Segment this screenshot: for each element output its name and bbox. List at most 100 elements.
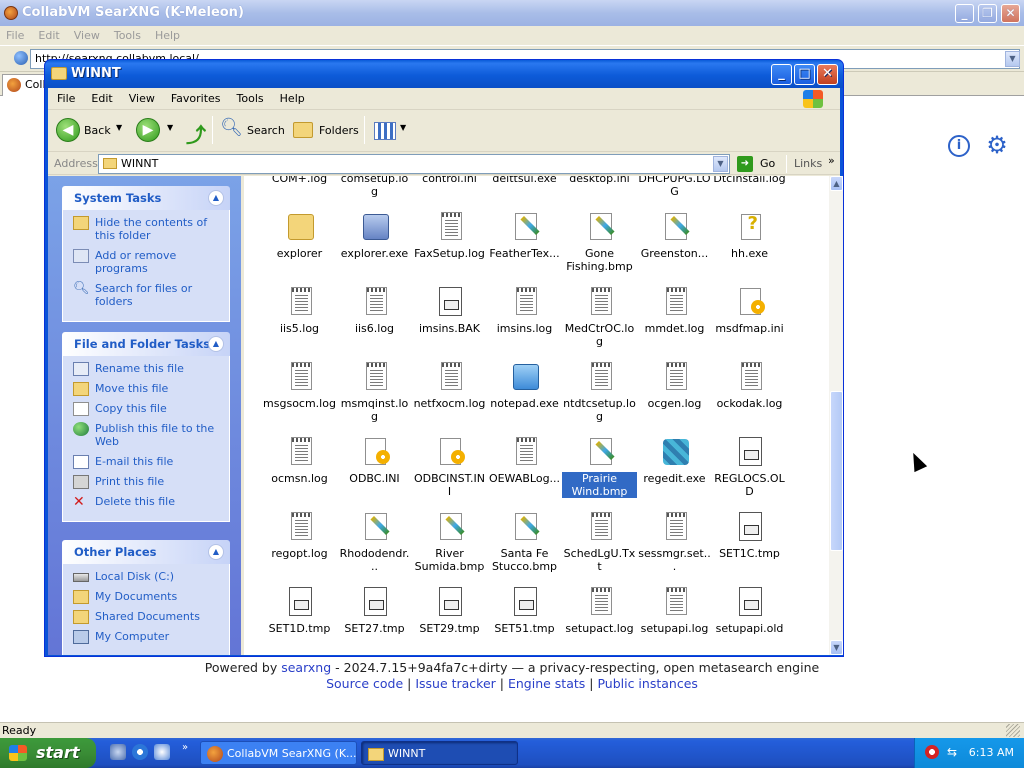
file-item[interactable]: explorer [262, 211, 337, 260]
search-files-task[interactable]: 🔍︎ Search for files or folders [73, 282, 225, 308]
file-item[interactable]: imsins.log [487, 286, 562, 335]
file-item[interactable]: imsins.BAK [412, 286, 487, 335]
menu-file[interactable]: File [57, 92, 75, 105]
file-folder-tasks-header[interactable]: File and Folder Tasks ▲ [62, 332, 230, 356]
file-item[interactable]: Gone Fishing.bmp [562, 211, 637, 273]
file-item[interactable]: comsetup.log [337, 176, 412, 198]
file-item[interactable]: delttsul.exe [487, 176, 562, 185]
move-file-task[interactable]: Move this file [73, 382, 225, 396]
publish-web-task[interactable]: Publish this file to the Web [73, 422, 225, 448]
vertical-scrollbar[interactable]: ▲ ▼ [829, 176, 843, 655]
my-computer-link[interactable]: My Computer [73, 630, 225, 644]
file-item[interactable]: Santa Fe Stucco.bmp [487, 511, 562, 573]
menu-file[interactable]: File [6, 29, 24, 42]
explorer-maximize-button[interactable]: □ [794, 64, 815, 85]
security-shield-icon[interactable] [925, 745, 939, 759]
menu-tools[interactable]: Tools [114, 29, 141, 42]
shared-documents-link[interactable]: Shared Documents [73, 610, 225, 624]
file-item[interactable]: SET29.tmp [412, 586, 487, 635]
browser-title-bar[interactable]: CollabVM SearXNG (K-Meleon) _ ❐ ✕ [0, 0, 1024, 26]
views-icon[interactable] [374, 122, 396, 140]
file-item[interactable]: ocmsn.log [262, 436, 337, 485]
back-arrow-icon[interactable]: ◀ [56, 118, 80, 142]
chevron-up-icon[interactable]: ▲ [208, 336, 224, 352]
scroll-up-button[interactable]: ▲ [830, 176, 843, 191]
close-button[interactable]: ✕ [1001, 4, 1020, 23]
forward-dropdown-icon[interactable]: ▼ [167, 123, 173, 132]
file-item[interactable]: River Sumida.bmp [412, 511, 487, 573]
views-dropdown-icon[interactable]: ▼ [400, 123, 406, 132]
file-item[interactable]: ODBC.INI [337, 436, 412, 485]
file-item[interactable]: msmqinst.log [337, 361, 412, 423]
file-item[interactable]: Rhododendr... [337, 511, 412, 573]
source-code-link[interactable]: Source code [326, 676, 403, 691]
file-item[interactable]: desktop.ini [562, 176, 637, 185]
address-input[interactable]: WINNT ▼ [98, 154, 730, 174]
file-item[interactable]: Greenston... [637, 211, 712, 260]
go-arrow-icon[interactable]: ➜ [737, 156, 753, 172]
searxng-link[interactable]: searxng [281, 660, 331, 675]
file-item[interactable]: explorer.exe [337, 211, 412, 260]
issue-tracker-link[interactable]: Issue tracker [415, 676, 496, 691]
rename-file-task[interactable]: Rename this file [73, 362, 225, 376]
print-file-task[interactable]: Print this file [73, 475, 225, 489]
file-item[interactable]: setupapi.log [637, 586, 712, 635]
file-item[interactable]: SET1D.tmp [262, 586, 337, 635]
explorer-minimize-button[interactable]: _ [771, 64, 792, 85]
file-item[interactable]: SET51.tmp [487, 586, 562, 635]
up-folder-icon[interactable]: ⤴ [186, 119, 206, 148]
file-item[interactable]: FaxSetup.log [412, 211, 487, 260]
menu-edit[interactable]: Edit [91, 92, 112, 105]
chevron-up-icon[interactable]: ▲ [208, 190, 224, 206]
file-item[interactable]: setupact.log [562, 586, 637, 635]
local-disk-link[interactable]: Local Disk (C:) [73, 570, 225, 583]
file-item[interactable]: iis5.log [262, 286, 337, 335]
menu-help[interactable]: Help [280, 92, 305, 105]
file-item[interactable]: ODBCINST.INI [412, 436, 487, 498]
file-item[interactable]: control.ini [412, 176, 487, 185]
minimize-button[interactable]: _ [955, 4, 974, 23]
explorer-title-bar[interactable]: WINNT _ □ ✕ [45, 60, 843, 88]
engine-stats-link[interactable]: Engine stats [508, 676, 585, 691]
file-item[interactable]: DHCPUPG.LOG [637, 176, 712, 198]
file-item[interactable]: ocgen.log [637, 361, 712, 410]
file-item[interactable]: SchedLgU.Txt [562, 511, 637, 573]
file-item[interactable]: iis6.log [337, 286, 412, 335]
gear-icon[interactable]: ⚙ [986, 133, 1008, 157]
file-item[interactable]: mmdet.log [637, 286, 712, 335]
back-dropdown-icon[interactable]: ▼ [116, 123, 122, 132]
scroll-down-button[interactable]: ▼ [830, 640, 843, 655]
menu-favorites[interactable]: Favorites [171, 92, 221, 105]
resize-grip[interactable] [1006, 724, 1020, 737]
maximize-button[interactable]: ❐ [978, 4, 997, 23]
show-desktop-icon[interactable] [110, 744, 126, 760]
folders-button[interactable]: Folders [319, 124, 359, 137]
my-documents-link[interactable]: My Documents [73, 590, 225, 604]
file-item[interactable]: FeatherTex... [487, 211, 562, 260]
network-icon[interactable]: ⇆ [943, 745, 957, 759]
file-item[interactable]: sessmgr.set... [637, 511, 712, 573]
menu-tools[interactable]: Tools [237, 92, 264, 105]
media-player-icon[interactable] [154, 744, 170, 760]
file-item[interactable]: setupapi.old [712, 586, 787, 635]
other-places-header[interactable]: Other Places ▲ [62, 540, 230, 564]
file-item[interactable]: DtcInstall.log [712, 176, 787, 185]
menu-view[interactable]: View [74, 29, 100, 42]
taskbar-item-winnt[interactable]: WINNT [361, 741, 518, 765]
copy-file-task[interactable]: Copy this file [73, 402, 225, 416]
menu-help[interactable]: Help [155, 29, 180, 42]
hide-folder-contents-task[interactable]: Hide the contents of this folder [73, 216, 225, 242]
chevron-right-icon[interactable]: » [828, 154, 835, 167]
system-tasks-header[interactable]: System Tasks ▲ [62, 186, 230, 210]
file-item[interactable]: regedit.exe [637, 436, 712, 485]
info-icon[interactable]: i [948, 135, 970, 157]
file-item[interactable]: MedCtrOC.log [562, 286, 637, 348]
url-dropdown-button[interactable]: ▼ [1005, 51, 1020, 67]
delete-file-task[interactable]: ✕ Delete this file [73, 495, 225, 509]
go-button[interactable]: Go [760, 157, 775, 170]
public-instances-link[interactable]: Public instances [597, 676, 697, 691]
taskbar-item-browser[interactable]: CollabVM SearXNG (K... [200, 741, 357, 765]
file-item[interactable]: msgsocm.log [262, 361, 337, 410]
quicklaunch-chevron-icon[interactable]: » [182, 742, 188, 753]
file-item[interactable]: regopt.log [262, 511, 337, 560]
